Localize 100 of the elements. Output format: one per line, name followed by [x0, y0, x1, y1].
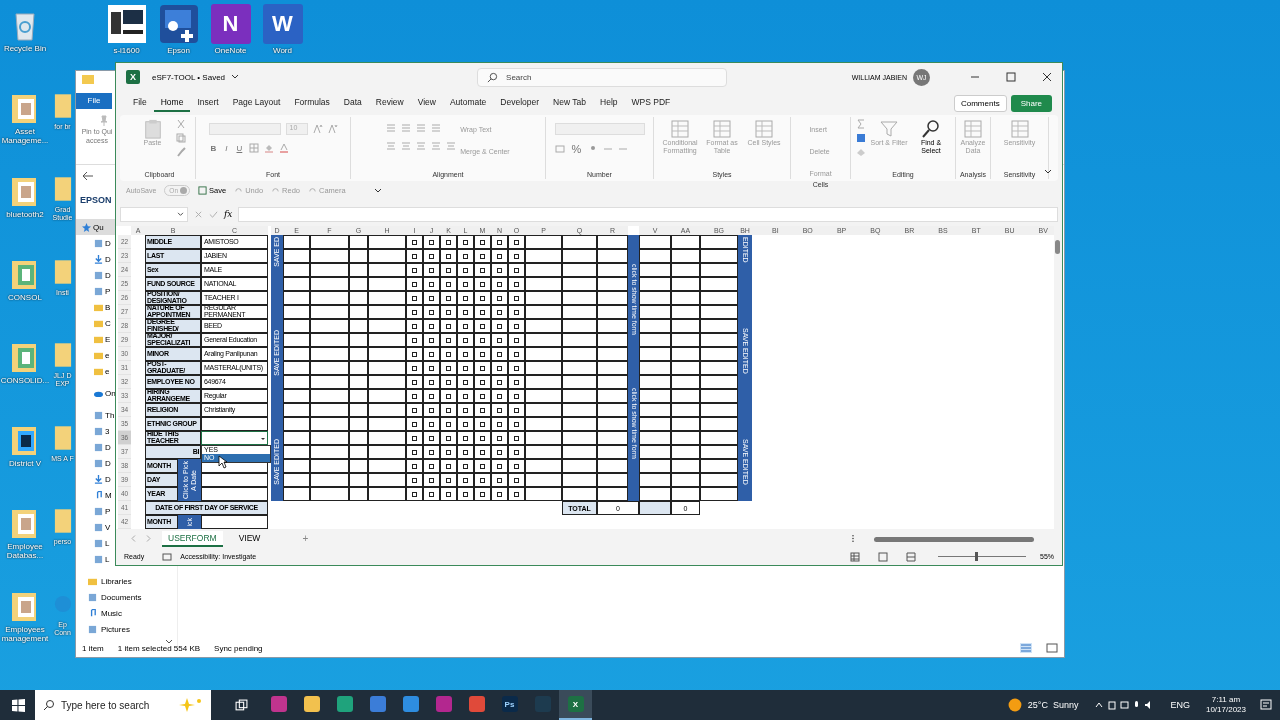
- nav-item[interactable]: D: [76, 455, 115, 471]
- ribbon-tab[interactable]: New Tab: [546, 94, 593, 112]
- checkbox[interactable]: [429, 239, 434, 245]
- checkbox[interactable]: [480, 323, 485, 329]
- checkbox[interactable]: [497, 365, 502, 371]
- checkbox[interactable]: [480, 477, 485, 483]
- checkbox[interactable]: [497, 407, 502, 413]
- checkbox[interactable]: [480, 421, 485, 427]
- checkbox[interactable]: [463, 281, 468, 287]
- checkbox[interactable]: [514, 407, 519, 413]
- weather-text[interactable]: 25°C Sunny: [1027, 700, 1079, 710]
- checkbox[interactable]: [412, 365, 417, 371]
- checkbox[interactable]: [497, 463, 502, 469]
- page-layout-icon[interactable]: [878, 551, 888, 562]
- checkbox[interactable]: [497, 239, 502, 245]
- nav-item[interactable]: D: [76, 471, 115, 487]
- checkbox[interactable]: [446, 281, 451, 287]
- checkbox[interactable]: [480, 435, 485, 441]
- checkbox[interactable]: [446, 407, 451, 413]
- checkbox[interactable]: [514, 267, 519, 273]
- search-icon[interactable]: [921, 119, 941, 139]
- checkbox[interactable]: [429, 449, 434, 455]
- checkbox[interactable]: [429, 393, 434, 399]
- checkbox[interactable]: [497, 449, 502, 455]
- close-icon[interactable]: [1042, 72, 1052, 82]
- nav-item[interactable]: On: [76, 385, 115, 401]
- checkbox[interactable]: [497, 379, 502, 385]
- nav-item[interactable]: D: [76, 439, 115, 455]
- checkbox[interactable]: [429, 407, 434, 413]
- maximize-icon[interactable]: [1006, 72, 1016, 82]
- checkbox[interactable]: [514, 295, 519, 301]
- ribbon-tab[interactable]: Data: [336, 94, 369, 112]
- notification-icon[interactable]: [1260, 699, 1272, 711]
- checkbox[interactable]: [446, 351, 451, 357]
- comments-button[interactable]: Comments: [953, 94, 1007, 112]
- checkbox[interactable]: [446, 295, 451, 301]
- checkbox[interactable]: [514, 421, 519, 427]
- checkbox[interactable]: [446, 253, 451, 259]
- task-view-icon[interactable]: [235, 698, 248, 712]
- nav-item[interactable]: M: [76, 487, 115, 503]
- checkbox[interactable]: [497, 435, 502, 441]
- checkbox[interactable]: [463, 365, 468, 371]
- app-icon[interactable]: [158, 4, 199, 44]
- sun-icon[interactable]: [1007, 698, 1022, 712]
- nav-item[interactable]: D: [76, 235, 115, 251]
- page-break-icon[interactable]: [906, 551, 916, 562]
- nav-item[interactable]: L: [76, 535, 115, 551]
- checkbox[interactable]: [429, 295, 434, 301]
- nav-item[interactable]: e: [76, 347, 115, 363]
- ribbon-tab[interactable]: WPS PDF: [624, 94, 678, 112]
- checkbox[interactable]: [480, 463, 485, 469]
- checkbox[interactable]: [514, 281, 519, 287]
- checkbox[interactable]: [429, 463, 434, 469]
- checkbox[interactable]: [463, 421, 468, 427]
- computer-icon[interactable]: [106, 4, 147, 44]
- scroll-down-icon[interactable]: [165, 639, 173, 645]
- ribbon-tab[interactable]: Developer: [493, 94, 547, 112]
- checkbox[interactable]: [514, 379, 519, 385]
- nav-item[interactable]: D: [76, 251, 115, 267]
- checkbox[interactable]: [480, 449, 485, 455]
- windows-start-icon[interactable]: [12, 698, 25, 712]
- sheet-tab[interactable]: USERFORM: [162, 530, 223, 547]
- checkbox[interactable]: [463, 323, 468, 329]
- normal-view-icon[interactable]: [850, 551, 860, 562]
- checkbox[interactable]: [429, 491, 434, 497]
- checkbox[interactable]: [463, 393, 468, 399]
- checkbox[interactable]: [514, 491, 519, 497]
- ribbon-tab[interactable]: Review: [368, 94, 411, 112]
- underline-button[interactable]: U: [234, 143, 245, 153]
- checkbox[interactable]: [480, 379, 485, 385]
- customize-icon[interactable]: [373, 187, 382, 194]
- checkbox[interactable]: [480, 239, 485, 245]
- checkbox[interactable]: [514, 253, 519, 259]
- checkbox[interactable]: [429, 323, 434, 329]
- checkbox[interactable]: [463, 463, 468, 469]
- share-button[interactable]: Share: [1010, 94, 1052, 112]
- checkbox[interactable]: [497, 309, 502, 315]
- checkbox[interactable]: [463, 379, 468, 385]
- language-indicator[interactable]: ENG: [1170, 700, 1190, 710]
- checkbox[interactable]: [497, 281, 502, 287]
- checkbox[interactable]: [446, 239, 451, 245]
- fill-icon[interactable]: [856, 133, 866, 143]
- nav-item[interactable]: P: [76, 503, 115, 519]
- checkbox[interactable]: [446, 379, 451, 385]
- formula-field[interactable]: [238, 206, 1058, 222]
- checkbox[interactable]: [429, 435, 434, 441]
- checkbox[interactable]: [412, 477, 417, 483]
- checkbox[interactable]: [463, 295, 468, 301]
- checkbox[interactable]: [497, 393, 502, 399]
- checkbox[interactable]: [480, 365, 485, 371]
- checkbox[interactable]: [463, 407, 468, 413]
- checkbox[interactable]: [480, 309, 485, 315]
- checkbox[interactable]: [446, 491, 451, 497]
- checkbox[interactable]: [412, 239, 417, 245]
- checkbox[interactable]: [480, 491, 485, 497]
- checkbox[interactable]: [514, 477, 519, 483]
- checkbox[interactable]: [446, 477, 451, 483]
- macro-icon[interactable]: [162, 551, 173, 562]
- app-icon[interactable]: N: [210, 4, 251, 44]
- checkbox[interactable]: [497, 337, 502, 343]
